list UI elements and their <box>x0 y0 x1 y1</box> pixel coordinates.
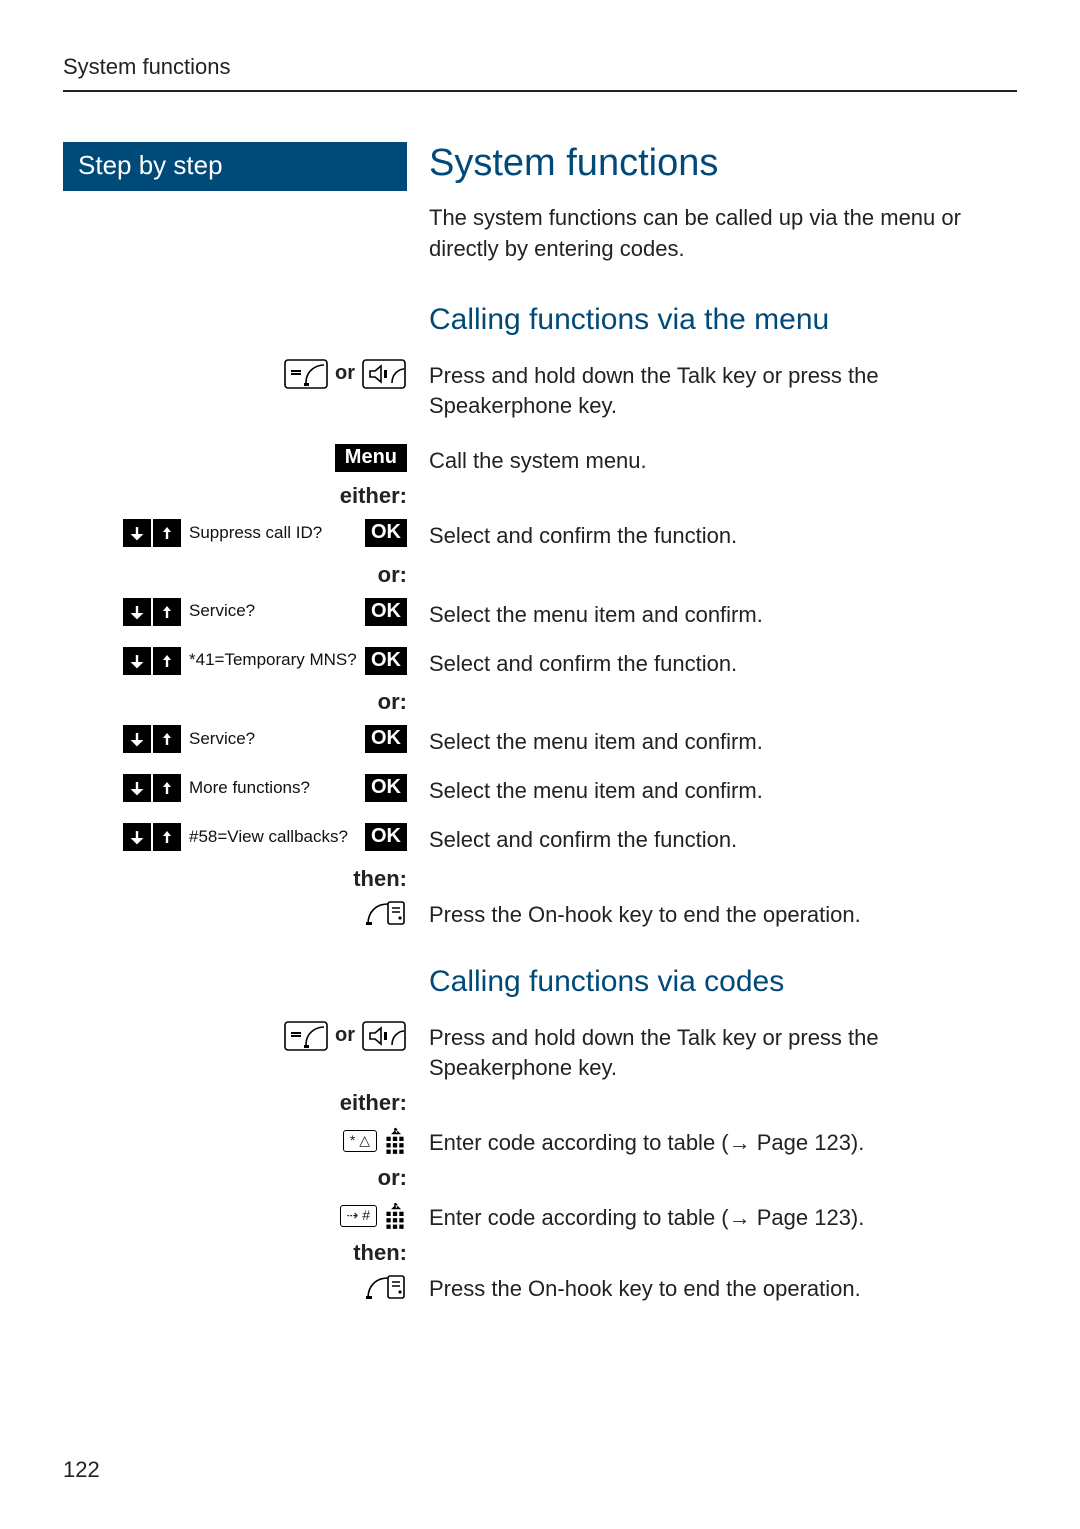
page-title: System functions <box>429 142 1017 185</box>
suppress-desc: Select and confirm the function. <box>429 521 1017 552</box>
call-system-menu: Call the system menu. <box>429 446 1017 477</box>
onhook-key-icon <box>361 898 407 928</box>
menu-item-service: Service? <box>189 730 255 749</box>
or-label: or <box>335 362 355 385</box>
or-label: or <box>335 1024 355 1047</box>
ok-button: OK <box>365 823 407 851</box>
menu-item-suppress-call-id: Suppress call ID? <box>189 524 322 543</box>
talk-key-icon <box>283 359 329 389</box>
either-label: either: <box>340 483 407 509</box>
menu-item-view-callbacks: #58=View callbacks? <box>189 828 348 847</box>
ok-button: OK <box>365 519 407 547</box>
nav-arrows <box>123 774 181 802</box>
nav-arrows <box>123 725 181 753</box>
intro-paragraph: The system functions can be called up vi… <box>429 203 1017 265</box>
section-calling-via-menu: Calling functions via the menu <box>429 303 1017 337</box>
onhook-instruction: Press the On-hook key to end the operati… <box>429 900 1017 931</box>
view-callbacks-desc: Select and confirm the function. <box>429 825 1017 856</box>
menu-item-more-functions: More functions? <box>189 779 310 798</box>
or-label-codes: or: <box>378 1165 407 1191</box>
or-label-1: or: <box>378 562 407 588</box>
nav-arrows <box>123 647 181 675</box>
hash-code-instruction: Enter code according to table (→ Page 12… <box>429 1203 1017 1234</box>
talk-key-icon <box>283 1021 329 1051</box>
nav-arrows <box>123 823 181 851</box>
star-code-instruction: Enter code according to table (→ Page 12… <box>429 1128 1017 1159</box>
ok-button: OK <box>365 647 407 675</box>
either-label-codes: either: <box>340 1090 407 1116</box>
nav-arrows <box>123 519 181 547</box>
keypad-icon <box>383 1126 407 1156</box>
or-label-2: or: <box>378 689 407 715</box>
more-functions-desc: Select the menu item and confirm. <box>429 776 1017 807</box>
menu-pill: Menu <box>335 444 407 472</box>
service1-desc: Select the menu item and confirm. <box>429 600 1017 631</box>
speaker-key-icon <box>361 359 407 389</box>
then-label-codes: then: <box>353 1240 407 1266</box>
section-calling-via-codes: Calling functions via codes <box>429 965 1017 999</box>
temp-mns-desc: Select and confirm the function. <box>429 649 1017 680</box>
running-head: System functions <box>63 54 1017 80</box>
ok-button: OK <box>365 725 407 753</box>
then-label: then: <box>353 866 407 892</box>
header-rule <box>63 90 1017 92</box>
ok-button: OK <box>365 774 407 802</box>
nav-arrows <box>123 598 181 626</box>
service2-desc: Select the menu item and confirm. <box>429 727 1017 758</box>
menu-item-service: Service? <box>189 602 255 621</box>
keypad-icon <box>383 1201 407 1231</box>
onhook-key-icon <box>361 1272 407 1302</box>
speaker-key-icon <box>361 1021 407 1051</box>
talk-key-instruction-codes: Press and hold down the Talk key or pres… <box>429 1023 1017 1085</box>
hash-key: ⇢ # <box>340 1205 377 1227</box>
onhook-instruction-codes: Press the On-hook key to end the operati… <box>429 1274 1017 1305</box>
talk-key-instruction: Press and hold down the Talk key or pres… <box>429 361 1017 423</box>
star-key: * △ <box>343 1130 377 1152</box>
menu-item-temporary-mns: *41=Temporary MNS? <box>189 651 357 670</box>
ok-button: OK <box>365 598 407 626</box>
page-number: 122 <box>63 1457 100 1483</box>
step-by-step-header: Step by step <box>63 142 407 191</box>
